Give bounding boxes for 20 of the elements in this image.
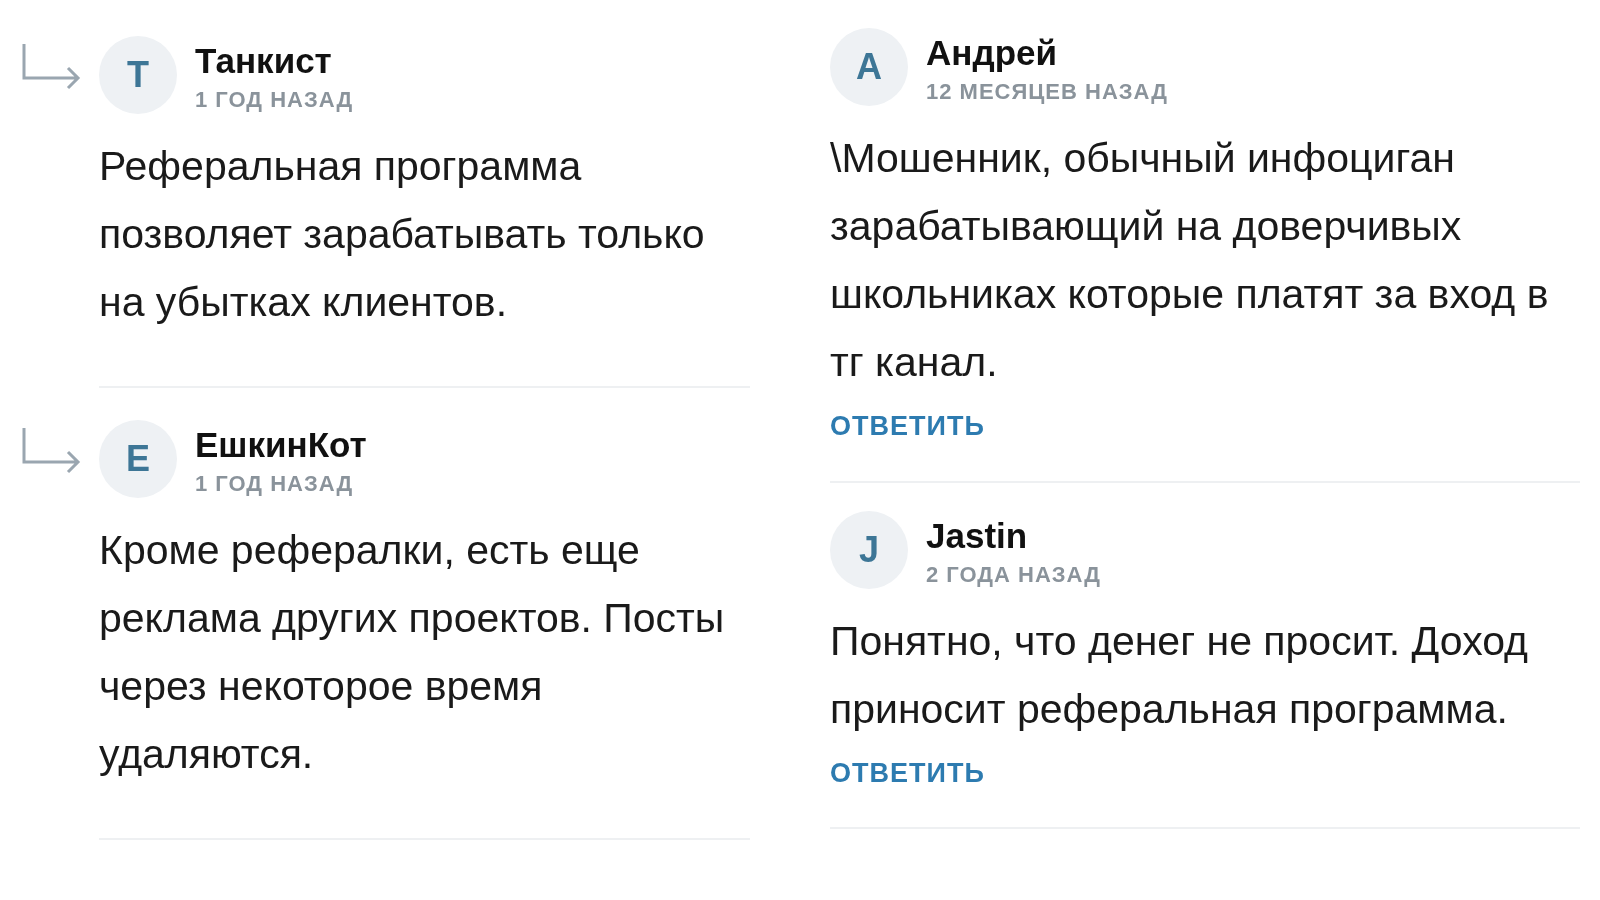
comment-text: Понятно, что денег не просит. Доход приносит реферальная программа. bbox=[830, 616, 1529, 734]
comment-date: 2 ГОДА НАЗАД bbox=[926, 560, 1101, 589]
reply-arrow-icon bbox=[20, 426, 82, 474]
avatar: J bbox=[830, 510, 908, 589]
author-name: Jastin bbox=[926, 514, 1029, 557]
author-name: ЕшкинКот bbox=[195, 424, 367, 466]
author-name: Андрей bbox=[926, 32, 1058, 74]
comment-text: Кроме рефералки, есть еще реклама других проектов. Посты через некоторое время удаляются. bbox=[99, 526, 726, 779]
avatar: А bbox=[830, 28, 908, 106]
author-name: Танкист bbox=[195, 40, 333, 82]
comment-date: 12 МЕСЯЦЕВ НАЗАД bbox=[926, 78, 1168, 106]
comment-text: \Мошенник, обычный инфоциган зарабатывающий на доверчивых школьниках которые платят за вход в тг канал. bbox=[830, 134, 1550, 387]
avatar: Т bbox=[99, 36, 177, 114]
reply-button[interactable]: ОТВЕТИТЬ bbox=[830, 752, 985, 793]
avatar: Е bbox=[99, 420, 177, 498]
comment-text: Реферальная программа позволяет зарабатывать только на убытках клиентов. bbox=[99, 142, 706, 327]
reply-button[interactable]: ОТВЕТИТЬ bbox=[830, 406, 985, 447]
reply-arrow-icon bbox=[20, 42, 82, 90]
comment-date: 1 ГОД НАЗАД bbox=[195, 86, 354, 114]
comment-date: 1 ГОД НАЗАД bbox=[195, 470, 355, 498]
